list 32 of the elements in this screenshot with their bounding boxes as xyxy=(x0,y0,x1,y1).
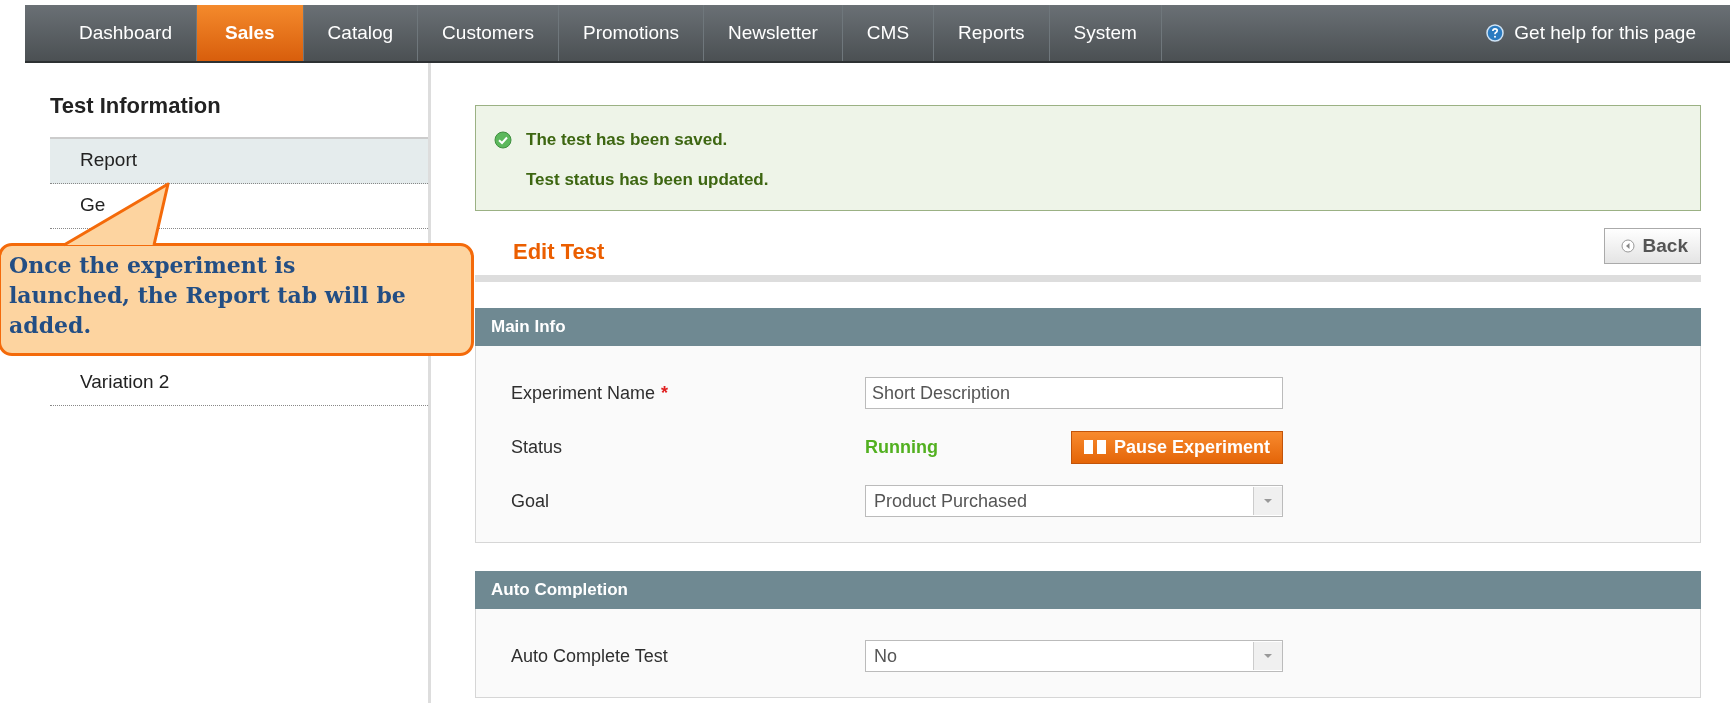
sidebar-title: Test Information xyxy=(50,93,222,120)
callout-text: Once the experiment is launched, the Report tab will be added. xyxy=(8,251,407,340)
sidebar-tab[interactable]: Variation 2 xyxy=(50,361,428,406)
field-label: Goal xyxy=(510,490,551,512)
nav-tab[interactable]: Dashboard xyxy=(25,5,197,61)
sidebar-tab[interactable]: Report xyxy=(50,139,428,184)
back-button[interactable]: Back xyxy=(1603,228,1701,264)
field-label: Status xyxy=(510,436,564,458)
dropdown-field[interactable]: No xyxy=(865,640,1283,672)
page-title: Edit Test xyxy=(513,238,605,265)
nav-tab[interactable]: Catalog xyxy=(303,5,419,61)
checkmark-icon xyxy=(494,131,512,149)
help-link[interactable]: Get help for this page xyxy=(1514,5,1730,61)
dropdown-caret-icon xyxy=(1263,498,1273,504)
section-header: Main Info xyxy=(475,308,1701,346)
nav-tab[interactable]: Newsletter xyxy=(704,5,843,61)
required-asterisk: * xyxy=(661,382,669,403)
nav-tab[interactable]: Reports xyxy=(934,5,1050,61)
text-input[interactable]: Short Description xyxy=(865,377,1283,409)
nav-tab[interactable]: Promotions xyxy=(558,5,705,61)
nav-tab[interactable]: System xyxy=(1049,5,1162,61)
nav-tab[interactable]: Customers xyxy=(418,5,559,61)
success-message: The test has been saved. xyxy=(526,130,728,150)
status-value: Running xyxy=(865,436,938,458)
section-header: Auto Completion xyxy=(475,571,1701,609)
success-message: Test status has been updated. xyxy=(526,170,769,190)
nav-tab[interactable]: CMS xyxy=(842,5,935,61)
dropdown-field[interactable]: Product Purchased xyxy=(865,485,1283,517)
help-icon xyxy=(1486,24,1505,42)
field-label: Auto Complete Test xyxy=(510,645,669,667)
dropdown-caret-icon xyxy=(1263,653,1273,659)
field-label: Experiment Name * xyxy=(510,382,670,404)
